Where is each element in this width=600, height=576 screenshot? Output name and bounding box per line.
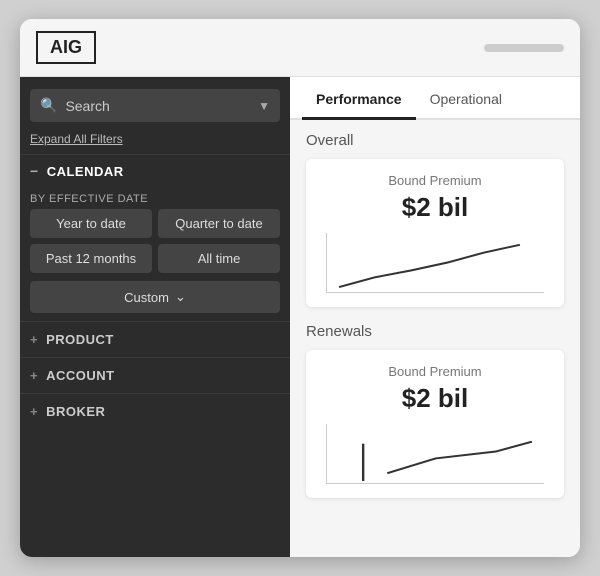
tab-performance[interactable]: Performance [302, 77, 416, 120]
renewals-card: Bound Premium $2 bil [306, 350, 564, 498]
chevron-down-icon: ▼ [258, 99, 270, 113]
custom-button[interactable]: Custom ⌄ [30, 281, 280, 313]
panel-body: Overall Bound Premium $2 bil Renewals Bo… [290, 120, 580, 514]
chevron-down-custom-icon: ⌄ [175, 289, 186, 305]
renewals-chart-svg [327, 424, 544, 483]
title-bar-decoration [484, 44, 564, 52]
custom-label: Custom [124, 290, 169, 305]
overall-chart-line [339, 245, 520, 287]
main-content: 🔍 Search ▼ Expand All Filters − CALENDAR… [20, 77, 580, 557]
product-label: PRODUCT [46, 332, 114, 347]
overall-title: Overall [306, 132, 564, 149]
plus-account-icon: + [30, 368, 38, 383]
overall-card: Bound Premium $2 bil [306, 159, 564, 307]
logo: AIG [36, 31, 96, 64]
tabs-row: Performance Operational [290, 77, 580, 120]
title-bar: AIG [20, 19, 580, 77]
overall-chart [326, 233, 544, 293]
plus-broker-icon: + [30, 404, 38, 419]
account-section-header[interactable]: + ACCOUNT [20, 357, 290, 393]
minus-icon: − [30, 163, 39, 179]
app-window: AIG 🔍 Search ▼ Expand All Filters − CALE… [20, 19, 580, 557]
search-icon: 🔍 [40, 97, 57, 114]
search-box[interactable]: 🔍 Search ▼ [30, 89, 280, 122]
renewals-chart [326, 424, 544, 484]
by-effective-date-label: BY EFFECTIVE DATE [20, 187, 290, 209]
product-section-header[interactable]: + PRODUCT [20, 321, 290, 357]
calendar-label: CALENDAR [47, 164, 124, 179]
tab-operational[interactable]: Operational [416, 77, 516, 118]
renewals-bound-premium-label: Bound Premium [322, 364, 548, 379]
sidebar: 🔍 Search ▼ Expand All Filters − CALENDAR… [20, 77, 290, 557]
search-row: 🔍 Search ▼ [20, 77, 290, 128]
plus-product-icon: + [30, 332, 38, 347]
renewals-title: Renewals [306, 323, 564, 340]
overall-chart-svg [327, 233, 544, 292]
overall-bound-premium-value: $2 bil [322, 192, 548, 223]
quarter-to-date-button[interactable]: Quarter to date [158, 209, 280, 238]
past-12-months-button[interactable]: Past 12 months [30, 244, 152, 273]
expand-all-filters[interactable]: Expand All Filters [20, 128, 290, 154]
renewals-chart-line [387, 442, 532, 473]
account-label: ACCOUNT [46, 368, 115, 383]
broker-label: BROKER [46, 404, 105, 419]
search-label: Search [65, 98, 258, 114]
year-to-date-button[interactable]: Year to date [30, 209, 152, 238]
overall-bound-premium-label: Bound Premium [322, 173, 548, 188]
date-buttons-grid: Year to date Quarter to date Past 12 mon… [20, 209, 290, 277]
broker-section-header[interactable]: + BROKER [20, 393, 290, 429]
right-panel: Performance Operational Overall Bound Pr… [290, 77, 580, 557]
renewals-bound-premium-value: $2 bil [322, 383, 548, 414]
all-time-button[interactable]: All time [158, 244, 280, 273]
calendar-section-header[interactable]: − CALENDAR [20, 154, 290, 187]
